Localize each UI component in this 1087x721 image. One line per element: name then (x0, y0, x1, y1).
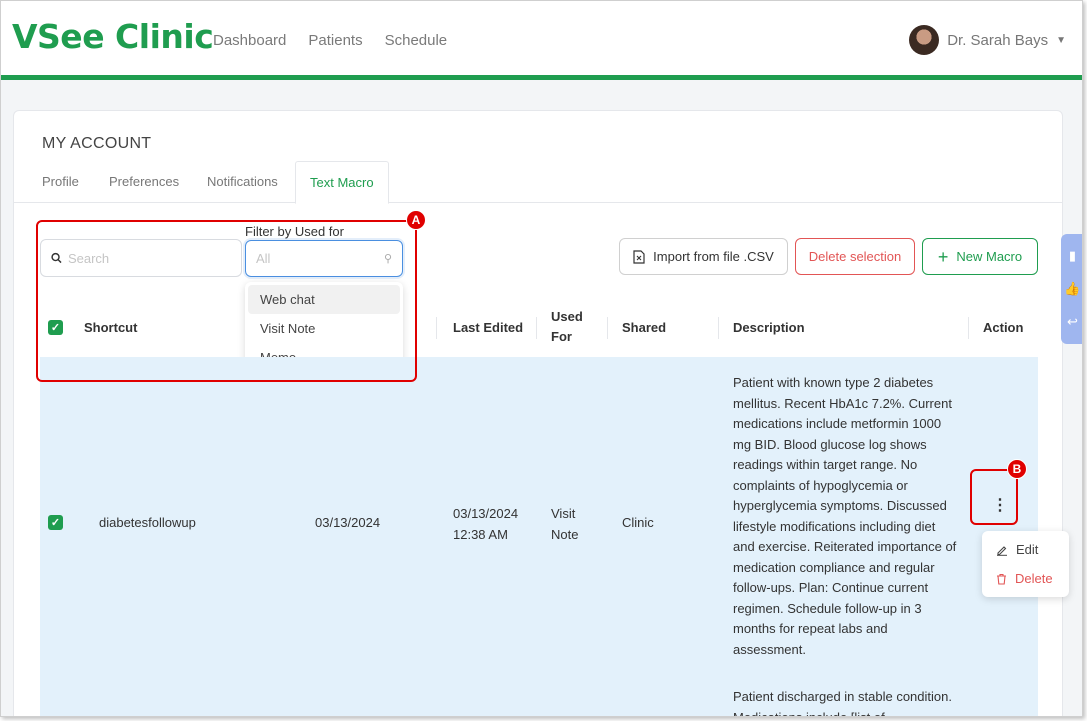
book-icon[interactable]: ▮ (1069, 248, 1076, 264)
delete-menu-item[interactable]: Delete (996, 571, 1053, 586)
row-shortcut: diabetesfollowup (99, 515, 196, 530)
row-used-for: Visit Note (551, 506, 579, 542)
trash-icon (997, 573, 1006, 585)
avatar (909, 25, 940, 55)
new-macro-button[interactable]: + New Macro (922, 238, 1038, 275)
header-divider (718, 317, 719, 339)
new-macro-label: New Macro (956, 249, 1023, 264)
check-icon: ✓ (48, 515, 63, 530)
file-csv-icon (633, 249, 645, 264)
header-action: Action (983, 319, 1024, 335)
top-bar: VSee Clinic Dashboard Patients Schedule … (1, 1, 1082, 75)
user-menu[interactable]: Dr. Sarah Bays ▼ (909, 25, 1066, 55)
header-divider (968, 317, 969, 339)
plus-icon: + (937, 246, 949, 267)
import-csv-button[interactable]: Import from file .CSV (619, 238, 788, 275)
row-action-menu: Edit Delete (982, 531, 1069, 597)
annotation-badge-a: A (406, 210, 426, 230)
tab-profile[interactable]: Profile (42, 174, 79, 189)
thumbs-icon[interactable]: 👍 (1064, 281, 1080, 297)
header-divider (536, 317, 537, 339)
row-created-date: 03/13/2024 (315, 515, 381, 530)
row-last-edited-time: 12:38 AM (453, 527, 508, 542)
tab-notifications[interactable]: Notifications (207, 174, 278, 189)
main-nav: Dashboard Patients Schedule (213, 32, 447, 49)
side-feedback-widget[interactable]: ▮ 👍 ↩ (1061, 234, 1082, 344)
page-title: MY ACCOUNT (42, 135, 152, 152)
header-accent-line (1, 75, 1082, 80)
user-name: Dr. Sarah Bays (947, 31, 1049, 49)
account-tabs: Profile Preferences Notifications Text M… (14, 161, 1062, 204)
row-last-edited: 03/13/2024 12:38 AM (453, 503, 518, 545)
annotation-badge-b: B (1007, 459, 1027, 479)
table-row[interactable]: ✓ diabetesfollowup 03/13/2024 03/13/2024… (40, 357, 1038, 717)
vsee-clinic-logo[interactable]: VSee Clinic (12, 17, 214, 56)
edit-icon (997, 545, 1007, 556)
header-divider (436, 317, 437, 339)
delete-label: Delete (1015, 571, 1053, 586)
caret-down-icon: ▼ (1056, 34, 1066, 46)
header-shared[interactable]: Shared (622, 297, 666, 357)
reply-icon[interactable]: ↩ (1067, 314, 1078, 330)
app-window: VSee Clinic Dashboard Patients Schedule … (0, 0, 1083, 717)
edit-menu-item[interactable]: Edit (996, 542, 1038, 557)
header-divider (607, 317, 608, 339)
account-card: MY ACCOUNT Profile Preferences Notificat… (13, 110, 1063, 717)
nav-schedule[interactable]: Schedule (385, 32, 448, 49)
header-description[interactable]: Description (733, 297, 805, 357)
row-description: Patient with known type 2 diabetes melli… (733, 375, 957, 657)
nav-patients[interactable]: Patients (308, 32, 362, 49)
row-checkbox[interactable]: ✓ (48, 515, 63, 530)
annotation-box-a (36, 220, 417, 382)
delete-selection-button[interactable]: Delete selection (795, 238, 915, 275)
next-row-description: Patient discharged in stable condition. … (733, 689, 952, 717)
header-last-edited[interactable]: Last Edited (453, 297, 523, 357)
row-last-edited-date: 03/13/2024 (453, 506, 519, 521)
tab-text-macro[interactable]: Text Macro (295, 161, 389, 204)
header-used-for[interactable]: Used For (551, 297, 591, 357)
tab-preferences[interactable]: Preferences (109, 174, 179, 189)
edit-label: Edit (1016, 542, 1039, 557)
nav-dashboard[interactable]: Dashboard (213, 32, 286, 49)
row-shared: Clinic (622, 515, 654, 530)
import-label: Import from file .CSV (653, 249, 774, 264)
